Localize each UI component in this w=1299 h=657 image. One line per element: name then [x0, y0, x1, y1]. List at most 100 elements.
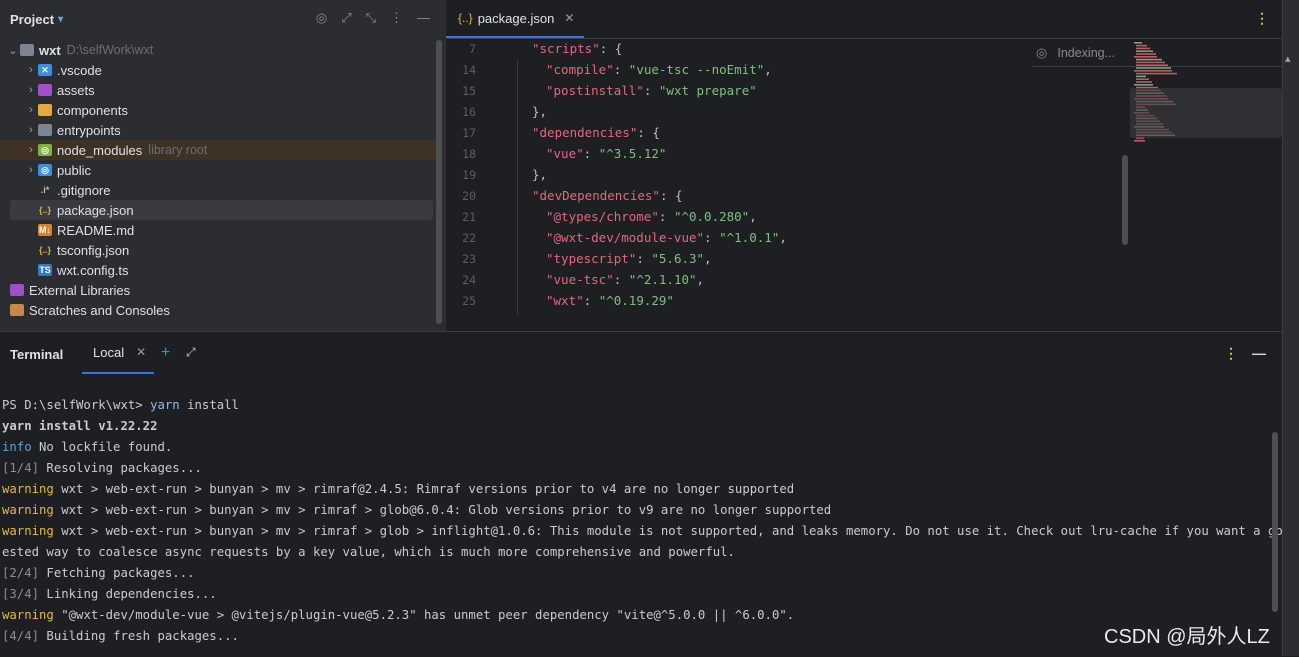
tree-item[interactable]: ⌄ wxt D:\selfWork\wxt	[0, 40, 440, 60]
line-number: 25	[462, 294, 476, 308]
folder-icon	[38, 124, 52, 136]
indent-guide	[517, 60, 518, 315]
code-line: "vue-tsc": "^2.1.10",	[546, 272, 705, 287]
tree-item[interactable]: M↓ README.md	[0, 220, 440, 240]
minimap-line	[1136, 78, 1149, 80]
project-toolbar: ◎ ⤢ ⤡ ⋮ —	[316, 10, 430, 26]
tree-item[interactable]: › ◎ public	[0, 160, 440, 180]
project-scrollbar[interactable]	[436, 40, 442, 324]
minimap-line	[1136, 58, 1162, 61]
editor-tabbar: {..} package.json ✕ ⋮	[446, 0, 1299, 39]
terminal-line: [1/4] Resolving packages...	[2, 461, 202, 475]
json-file-icon: {..}	[458, 11, 473, 25]
tree-item[interactable]: {..} tsconfig.json	[0, 240, 440, 260]
options-icon[interactable]: ⋮	[390, 10, 403, 26]
chevron-right-icon[interactable]: ›	[24, 144, 38, 156]
tree-item[interactable]: › ✕ .vscode	[0, 60, 440, 80]
editor-scrollbar[interactable]	[1122, 155, 1128, 245]
tree-item-label: .gitignore	[57, 182, 111, 198]
tree-item-hint: library root	[148, 143, 208, 157]
chevron-right-icon[interactable]: ›	[24, 104, 38, 116]
expand-icon[interactable]: ⤢	[186, 345, 196, 360]
project-panel: Project ▾ ◎ ⤢ ⤡ ⋮ — ⌄ wxt D:\selfWork\wxt ›…	[0, 0, 446, 331]
collapse-all-icon[interactable]: ⤡	[366, 10, 376, 26]
chevron-right-icon[interactable]: ›	[24, 124, 38, 136]
line-number: 23	[462, 252, 476, 266]
eye-off-icon: ◎	[1036, 45, 1048, 60]
scratches-icon	[10, 304, 24, 316]
tab-package-json[interactable]: {..} package.json ✕	[446, 0, 584, 38]
terminal-tab-local[interactable]: Local ✕	[82, 332, 154, 374]
tree-item[interactable]: › assets	[0, 80, 440, 100]
minimap-line	[1136, 72, 1177, 75]
tree-item-label: assets	[57, 82, 95, 98]
chevron-down-icon[interactable]: ⌄	[6, 44, 20, 57]
line-number: 18	[462, 147, 476, 161]
terminal-line: [2/4] Fetching packages...	[2, 566, 195, 580]
minimap-line	[1134, 56, 1157, 58]
tree-item[interactable]: TS wxt.config.ts	[0, 260, 440, 280]
terminal-line: info No lockfile found.	[2, 440, 173, 454]
tree-item[interactable]: .i* .gitignore	[0, 180, 440, 200]
terminal-scrollbar[interactable]	[1272, 432, 1278, 612]
code-line: "devDependencies": {	[532, 188, 683, 203]
tree-item[interactable]: {..} package.json	[10, 200, 433, 220]
typescript-file-icon: TS	[38, 264, 52, 276]
code-line: "@wxt-dev/module-vue": "^1.0.1",	[546, 230, 787, 245]
close-icon[interactable]: ✕	[136, 345, 146, 359]
code-line: "typescript": "5.6.3",	[546, 251, 712, 266]
chevron-right-icon[interactable]: ›	[24, 64, 38, 76]
tab-label: package.json	[477, 10, 555, 26]
tree-item-label: External Libraries	[29, 282, 131, 298]
more-options-icon[interactable]: ⋮	[1255, 10, 1269, 27]
project-title[interactable]: Project	[10, 12, 54, 27]
line-number: 21	[462, 210, 476, 224]
folder-icon	[20, 44, 34, 56]
more-options-icon[interactable]: ⋮	[1224, 345, 1238, 362]
tree-item[interactable]: › components	[0, 100, 440, 120]
terminal-line: warning wxt > web-ext-run > bunyan > mv …	[2, 524, 1299, 538]
components-folder-icon	[38, 104, 52, 116]
tree-item-label: wxt.config.ts	[57, 262, 129, 278]
line-number: 20	[462, 189, 476, 203]
right-tool-strip: ▴	[1282, 0, 1299, 656]
editor-area: {..} package.json ✕ ⋮ 7 "scripts": {14 "co…	[446, 0, 1299, 331]
tree-item-label: public	[57, 162, 91, 178]
code-line: "@types/chrome": "^0.0.280",	[546, 209, 757, 224]
minimap-line	[1136, 61, 1165, 64]
minimap-line	[1136, 81, 1152, 83]
tree-item-label: entrypoints	[57, 122, 121, 138]
chevron-right-icon[interactable]: ›	[24, 164, 38, 176]
vscode-folder-icon: ✕	[38, 64, 52, 76]
chevron-right-icon[interactable]: ›	[24, 84, 38, 96]
close-icon[interactable]: ✕	[564, 11, 574, 25]
library-icon	[10, 284, 24, 296]
tree-item-hint: D:\selfWork\wxt	[66, 43, 154, 57]
tree-item[interactable]: › entrypoints	[0, 120, 440, 140]
notifications-icon[interactable]: ▴	[1285, 52, 1291, 65]
tree-item-label: package.json	[57, 202, 134, 218]
expand-all-icon[interactable]: ⤢	[341, 10, 351, 26]
line-number: 7	[469, 42, 476, 56]
minimap-line	[1134, 84, 1153, 86]
minimap-viewport[interactable]	[1130, 88, 1282, 138]
indexing-text: Indexing...	[1057, 46, 1116, 60]
plus-icon[interactable]: +	[161, 344, 170, 362]
minimize-icon[interactable]: —	[1252, 345, 1266, 361]
tree-item[interactable]: External Libraries	[0, 280, 440, 300]
locate-icon[interactable]: ◎	[316, 10, 327, 26]
watermark: CSDN @局外人LZ	[1104, 626, 1270, 648]
line-number: 15	[462, 84, 476, 98]
code-line: "compile": "vue-tsc --noEmit",	[546, 62, 772, 77]
line-number: 16	[462, 105, 476, 119]
tree-item[interactable]: › ◎ node_modules library root	[0, 140, 440, 160]
hide-icon[interactable]: —	[417, 10, 430, 26]
terminal-line: warning "@wxt-dev/module-vue > @vitejs/p…	[2, 608, 795, 622]
minimap-line	[1136, 47, 1150, 50]
tree-item-label: Scratches and Consoles	[29, 302, 170, 318]
tree-item-label: wxt	[39, 42, 61, 58]
minimap-line	[1136, 44, 1147, 47]
tree-item[interactable]: Scratches and Consoles	[0, 300, 440, 320]
chevron-down-icon[interactable]: ▾	[58, 14, 63, 25]
code-line: },	[532, 104, 548, 119]
